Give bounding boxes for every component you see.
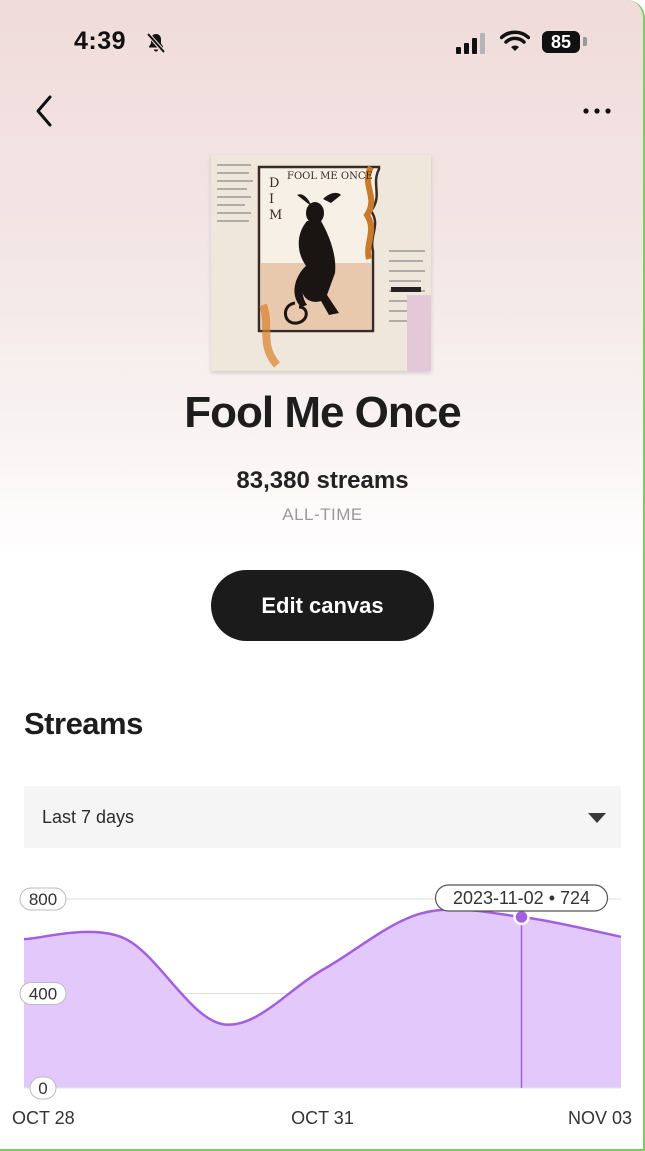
streams-count: 83,380 streams bbox=[236, 467, 409, 494]
status-time: 4:39 bbox=[74, 27, 127, 55]
streams-area bbox=[24, 909, 621, 1088]
period-select-value: Last 7 days bbox=[42, 806, 135, 827]
y-tick-label-800: 800 bbox=[29, 890, 57, 909]
highlight-point bbox=[513, 908, 530, 926]
dropdown-arrow-icon bbox=[588, 813, 606, 823]
edit-canvas-label: Edit canvas bbox=[261, 592, 384, 618]
more-options-button[interactable] bbox=[578, 100, 618, 122]
battery-level: 85 bbox=[550, 31, 572, 52]
bell-slash-icon bbox=[146, 32, 166, 54]
edit-canvas-button[interactable]: Edit canvas bbox=[211, 570, 434, 641]
battery-cap bbox=[583, 37, 587, 46]
back-button[interactable] bbox=[30, 93, 60, 129]
battery-icon: 85 bbox=[542, 31, 580, 53]
highlight-tooltip-label: 2023-11-02 • 724 bbox=[453, 888, 590, 908]
streams-period-label: ALL-TIME bbox=[282, 505, 363, 524]
streams-chart[interactable]: 2023-11-02 • 724 0 400 800 OCT 28 OCT 31 NOV 0… bbox=[0, 870, 645, 1140]
y-tick-label-400: 400 bbox=[29, 985, 57, 1004]
song-title: Fool Me Once bbox=[184, 388, 461, 437]
x-tick-label: OCT 31 bbox=[291, 1108, 354, 1128]
signal-icon bbox=[456, 33, 485, 54]
wifi-icon bbox=[500, 30, 530, 51]
svg-text:D: D bbox=[269, 176, 279, 191]
svg-text:I: I bbox=[269, 192, 274, 207]
phone-screen: 4:39 85 FOOL ME ONCE D I M Fool Me Once … bbox=[0, 0, 645, 1151]
streams-heading: Streams bbox=[24, 706, 143, 741]
period-select[interactable]: Last 7 days bbox=[24, 786, 621, 848]
x-tick-label: NOV 03 bbox=[568, 1108, 632, 1128]
y-tick-label-0: 0 bbox=[38, 1079, 47, 1098]
svg-text:M: M bbox=[269, 208, 282, 223]
x-tick-label: OCT 28 bbox=[12, 1108, 75, 1128]
album-art-illustration: FOOL ME ONCE D I M bbox=[211, 155, 431, 371]
album-art: FOOL ME ONCE D I M bbox=[211, 155, 431, 371]
svg-text:FOOL ME ONCE: FOOL ME ONCE bbox=[287, 171, 373, 182]
